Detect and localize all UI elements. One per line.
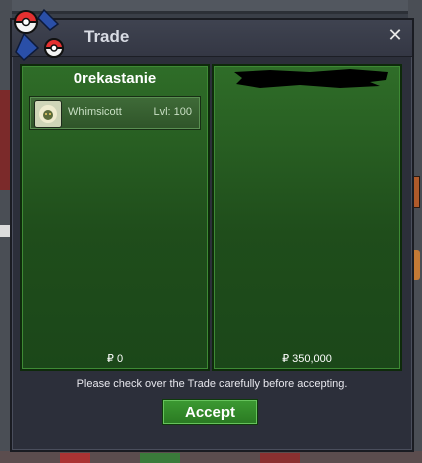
trade-warning-message: Please check over the Trade carefully be…	[76, 378, 348, 390]
partner-offer-panel: ₽ 350,000	[212, 64, 402, 371]
world-left-decoration	[0, 90, 10, 190]
redacted-trader-name	[234, 69, 388, 88]
my-offer-panel: 0rekastanie Whimsicott Lvl: 100 ₽ 0	[20, 64, 210, 371]
money-amount: ₽ 0	[106, 353, 124, 365]
item-name: Whimsicott	[68, 106, 122, 118]
item-level: Lvl: 100	[153, 106, 192, 118]
accept-button[interactable]: Accept	[162, 399, 258, 425]
trade-title: Trade	[84, 27, 130, 46]
money-amount: ₽ 350,000	[282, 353, 332, 365]
trade-item-slot[interactable]: Whimsicott Lvl: 100	[29, 96, 201, 130]
pokeball-logo-icon	[13, 8, 65, 62]
world-bottom-decoration	[60, 453, 90, 463]
world-left-decoration	[0, 225, 10, 237]
trader-name: 0rekastanie	[73, 70, 157, 87]
trade-window: Trade ✕ 0rekastanie Whimsicott Lvl: 100	[10, 8, 414, 452]
close-icon[interactable]: ✕	[386, 27, 404, 45]
world-bottom-decoration	[140, 453, 180, 463]
whimsicott-icon	[34, 100, 62, 128]
world-bottom-decoration	[260, 453, 300, 463]
